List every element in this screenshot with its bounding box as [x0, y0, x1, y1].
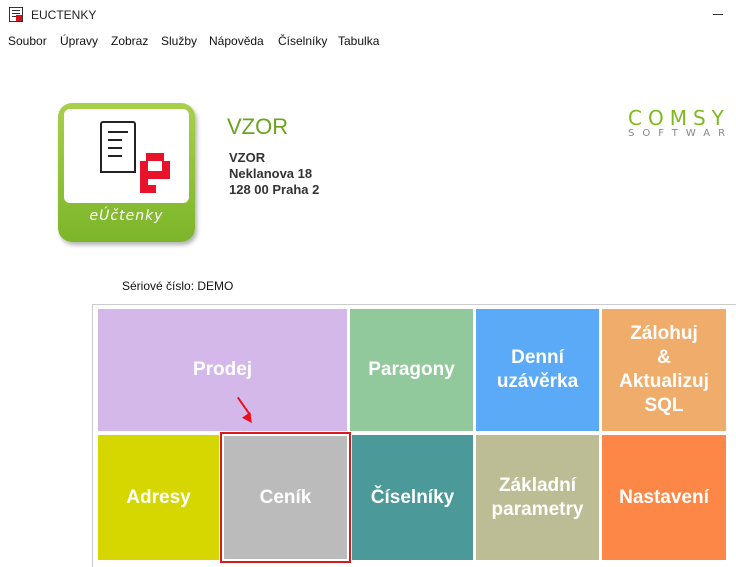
address-street: Neklanova 18 — [229, 166, 313, 181]
minimize-icon[interactable] — [713, 14, 723, 15]
menu-tabulka[interactable]: Tabulka — [338, 34, 379, 48]
menu-ciselniky[interactable]: Číselníky — [278, 34, 327, 48]
tile-zakladni-parametry[interactable]: Základní parametry — [476, 435, 599, 560]
tile-denni-uzaverka[interactable]: Denní uzávěrka — [476, 309, 599, 431]
company-heading: VZOR — [227, 114, 289, 139]
e-letter-icon — [140, 153, 170, 193]
brand-subtitle: SOFTWAR — [628, 128, 734, 139]
menu-upravy[interactable]: Úpravy — [60, 34, 98, 48]
menu-soubor[interactable]: Soubor — [8, 34, 47, 48]
logo-label: eÚčtenky — [89, 208, 164, 224]
tile-ciselniky[interactable]: Číselníky — [352, 435, 473, 560]
title-bar: EUCTENKY — [0, 0, 736, 30]
brand-logo: COMSY — [628, 106, 730, 130]
app-logo: eÚčtenky — [58, 103, 195, 242]
menu-sluzby[interactable]: Služby — [161, 34, 197, 48]
tile-zalohuj[interactable]: Zálohuj & Aktualizuj SQL — [602, 309, 726, 431]
serial-number: Sériové číslo: DEMO — [122, 279, 234, 293]
address-name: VZOR — [229, 150, 266, 165]
menu-bar: Soubor Úpravy Zobraz Služby Nápověda Čís… — [0, 30, 736, 52]
menu-napoveda[interactable]: Nápověda — [209, 34, 264, 48]
address-city: 128 00 Praha 2 — [229, 182, 320, 197]
tile-adresy[interactable]: Adresy — [98, 435, 219, 560]
receipt-icon — [100, 121, 136, 173]
tile-prodej[interactable]: Prodej — [98, 309, 347, 431]
menu-zobraz[interactable]: Zobraz — [111, 34, 148, 48]
app-icon — [9, 7, 23, 22]
tile-paragony[interactable]: Paragony — [350, 309, 473, 431]
logo-panel — [64, 109, 189, 203]
window-title: EUCTENKY — [31, 8, 97, 22]
highlight-box — [220, 432, 351, 563]
tile-nastaveni[interactable]: Nastavení — [602, 435, 726, 560]
